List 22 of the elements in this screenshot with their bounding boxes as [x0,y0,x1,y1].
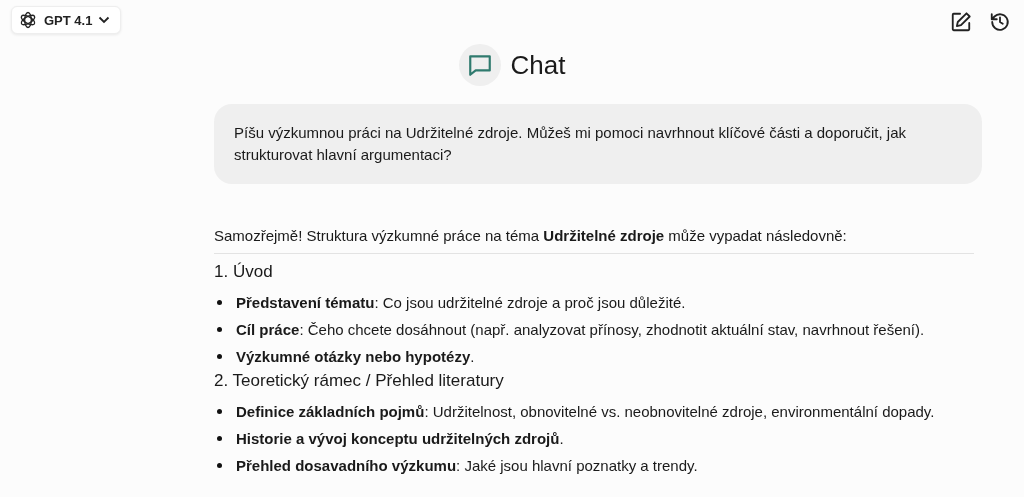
bullet-icon [217,462,222,468]
model-selector[interactable]: GPT 4.1 [11,6,122,34]
section-heading: 2. Teoretický rámec / Přehled literatury [214,371,505,391]
edit-icon[interactable] [950,11,972,33]
bullet-icon [217,299,222,305]
user-message: Píšu výzkumnou práci na Udržitelné zdroje. Můžeš mi pomoci navrhnout klíčové části a doporučit, jak strukturovat hlavní argumentaci? [214,104,982,184]
bullet-icon [217,408,222,414]
list-item-text: Definice základních pojmů: Udržitelnost, obnovitelné vs. neobnovitelné zdroje, environmentální dopady. [236,402,935,420]
list-item-text: Výzkumné otázky nebo hypotézy. [236,347,475,365]
history-icon[interactable] [989,11,1011,33]
list-item-text: Cíl práce: Čeho chcete dosáhnout (např. analyzovat přínosy, zhodnotit aktuální stav, navrhnout řešení). [236,320,925,338]
bullet-icon [217,435,222,441]
section-heading: 1. Úvod [214,262,274,282]
list-item-text: Přehled dosavadního výzkumu: Jaké jsou hlavní poznatky a trendy. [236,456,698,474]
list-item-text: Historie a vývoj konceptu udržitelných zdrojů. [236,429,564,447]
bullet-icon [217,326,222,332]
bullet-icon [217,353,222,359]
chat-title: Chat [510,49,566,81]
list-item-text: Představení tématu: Co jsou udržitelné zdroje a proč jsou důležité. [236,293,686,311]
reply-intro: Samozřejmě! Struktura výzkumné práce na téma Udržitelné zdroje může vypadat následovně: [214,227,848,244]
chevron-down-icon [98,16,111,24]
chat-bubble-icon [458,44,501,86]
